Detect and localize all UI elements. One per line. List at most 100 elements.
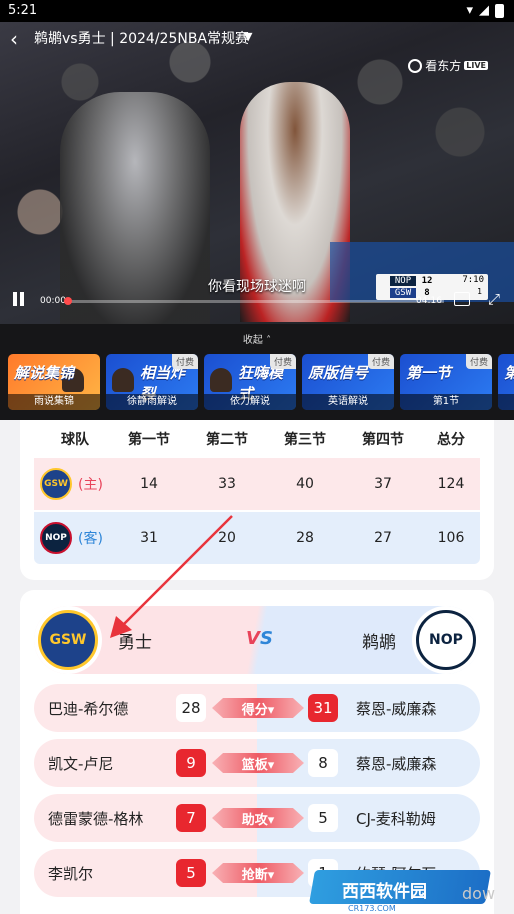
status-icons: ▾ ◢	[466, 3, 504, 18]
right-stat-value: 8	[308, 749, 338, 777]
card-headline: 原版信号	[308, 364, 369, 382]
progress-knob[interactable]	[64, 297, 72, 305]
matchup-header: GSW 勇士 VS 鹈鹕 NOP	[34, 606, 480, 674]
table-cell: 33	[218, 476, 236, 492]
watermark-text: 西西软件园	[342, 882, 427, 902]
card-headline: 第一节	[406, 364, 452, 382]
commentary-card[interactable]: 第一节 付费 第1节	[400, 354, 492, 410]
home-side-label: (主)	[78, 477, 103, 493]
stat-category-dropdown[interactable]: 得分▾	[212, 698, 304, 718]
broadcaster-logo: 看东方 LIVE	[408, 57, 488, 74]
broadcaster-icon	[408, 58, 423, 73]
stat-row: 德雷蒙德-格林 7 助攻▾ 5 CJ-麦科勒姆	[34, 794, 480, 842]
watermark: 西西软件园 CR173.COM dow	[309, 866, 514, 914]
table-cell: 20	[218, 530, 236, 546]
nop-logo-icon: NOP	[40, 522, 72, 554]
stat-category-dropdown[interactable]: 篮板▾	[212, 753, 304, 773]
pause-icon-bar	[20, 292, 24, 306]
table-cell: 40	[296, 476, 314, 492]
battery-icon	[495, 3, 504, 18]
away-team-name: 鹈鹕	[362, 633, 396, 653]
pip-button[interactable]	[454, 292, 470, 306]
card-label: 雨说集锦	[8, 394, 100, 410]
right-stat-value: 31	[308, 694, 338, 722]
progress-bar[interactable]	[64, 297, 444, 305]
left-stat-value: 7	[176, 804, 206, 832]
table-header-cell: 球队	[61, 432, 89, 448]
scorebug-team1-score: 12	[421, 276, 433, 286]
live-badge: LIVE	[464, 61, 488, 70]
scorebug-team1: NOP	[390, 276, 416, 286]
pause-button[interactable]	[12, 292, 26, 306]
table-header-cell: 总分	[437, 432, 465, 448]
wifi-icon: ▾	[466, 3, 473, 18]
quarter-score-table: 球队 第一节 第二节 第三节 第四节 总分 GSW (主) 14 33 40 37 124…	[34, 420, 480, 564]
gsw-logo-icon: GSW	[38, 610, 98, 670]
commentator-avatar	[210, 368, 232, 392]
scorebug-quarter: 1	[477, 287, 482, 296]
commentary-carousel[interactable]: 解说集锦雨说集锦相当炸裂付费徐静雨解说狂嗨模式付费依力解说原版信号付费英语解说第…	[8, 354, 514, 410]
signal-icon: ◢	[479, 3, 489, 18]
away-side-label: (客)	[78, 531, 103, 547]
left-stat-value: 9	[176, 749, 206, 777]
vs-v: V	[246, 628, 260, 649]
chevron-up-icon: ˄	[266, 335, 272, 346]
left-stat-value: 28	[176, 694, 206, 722]
duration-time: 04:16	[416, 296, 442, 306]
watermark-sub: CR173.COM	[348, 904, 396, 913]
back-icon[interactable]: ‹	[10, 27, 18, 51]
commentary-card[interactable]: 解说集锦雨说集锦	[8, 354, 100, 410]
commentary-card[interactable]: 第二付费第2	[498, 354, 514, 410]
pause-icon	[13, 292, 17, 306]
collapse-label: 收起	[242, 335, 263, 346]
table-row-away: NOP (客) 31 20 28 27 106	[34, 512, 480, 564]
table-cell: 37	[374, 476, 392, 492]
commentator-avatar	[112, 368, 134, 392]
paid-badge: 付费	[171, 354, 198, 369]
stat-category-dropdown[interactable]: 助攻▾	[212, 808, 304, 828]
status-time: 5:21	[8, 3, 38, 18]
status-bar: 5:21 ▾ ◢	[0, 0, 514, 22]
table-header-cell: 第四节	[362, 432, 404, 448]
paid-badge: 付费	[269, 354, 296, 369]
stat-category-dropdown[interactable]: 抢断▾	[212, 863, 304, 883]
stat-row: 巴迪-希尔德 28 得分▾ 31 蔡恩-威廉森	[34, 684, 480, 732]
commentary-card[interactable]: 原版信号 付费 英语解说	[302, 354, 394, 410]
table-header: 球队 第一节 第二节 第三节 第四节 总分	[34, 420, 480, 458]
left-stat-value: 5	[176, 859, 206, 887]
card-label: 第2	[498, 394, 514, 410]
current-time: 00:00	[40, 296, 66, 306]
right-player-name[interactable]: 蔡恩-威廉森	[356, 753, 436, 774]
broadcaster-name: 看东方	[425, 59, 462, 73]
home-team-name: 勇士	[118, 633, 152, 653]
collapse-button[interactable]: 收起 ˄	[0, 331, 514, 346]
left-player-name[interactable]: 德雷蒙德-格林	[48, 808, 143, 829]
fullscreen-icon[interactable]: ⤢	[488, 290, 500, 308]
card-label: 徐静雨解说	[106, 394, 198, 410]
table-header-cell: 第二节	[206, 432, 248, 448]
card-headline: 第二	[504, 362, 514, 383]
chevron-down-icon[interactable]: ▼	[244, 30, 252, 43]
card-headline: 解说集锦	[14, 364, 75, 382]
scorebug-clock: 7:10	[462, 275, 484, 285]
table-cell: 27	[374, 530, 392, 546]
commentary-card[interactable]: 相当炸裂付费徐静雨解说	[106, 354, 198, 410]
table-cell: 28	[296, 530, 314, 546]
card-label: 依力解说	[204, 394, 296, 410]
nop-logo-icon: NOP	[416, 610, 476, 670]
left-player-name[interactable]: 凯文-卢尼	[48, 753, 113, 774]
table-cell-total: 124	[437, 476, 465, 492]
commentary-card[interactable]: 狂嗨模式付费依力解说	[204, 354, 296, 410]
vs-badge: VS	[246, 628, 273, 649]
right-player-name[interactable]: CJ-麦科勒姆	[356, 808, 436, 829]
video-title[interactable]: 鹈鹕vs勇士 | 2024/25NBA常规赛	[34, 28, 249, 48]
stat-row: 凯文-卢尼 9 篮板▾ 8 蔡恩-威廉森	[34, 739, 480, 787]
left-player-name[interactable]: 巴迪-希尔德	[48, 698, 128, 719]
right-player-name[interactable]: 蔡恩-威廉森	[356, 698, 436, 719]
scorebug-team2: GSW	[390, 288, 416, 298]
left-player-name[interactable]: 李凯尔	[48, 863, 93, 884]
watermark-ghost: dow	[462, 884, 496, 903]
table-row-home: GSW (主) 14 33 40 37 124	[34, 458, 480, 510]
paid-badge: 付费	[465, 354, 492, 369]
quarter-score-card: 球队 第一节 第二节 第三节 第四节 总分 GSW (主) 14 33 40 37 124…	[20, 420, 494, 580]
